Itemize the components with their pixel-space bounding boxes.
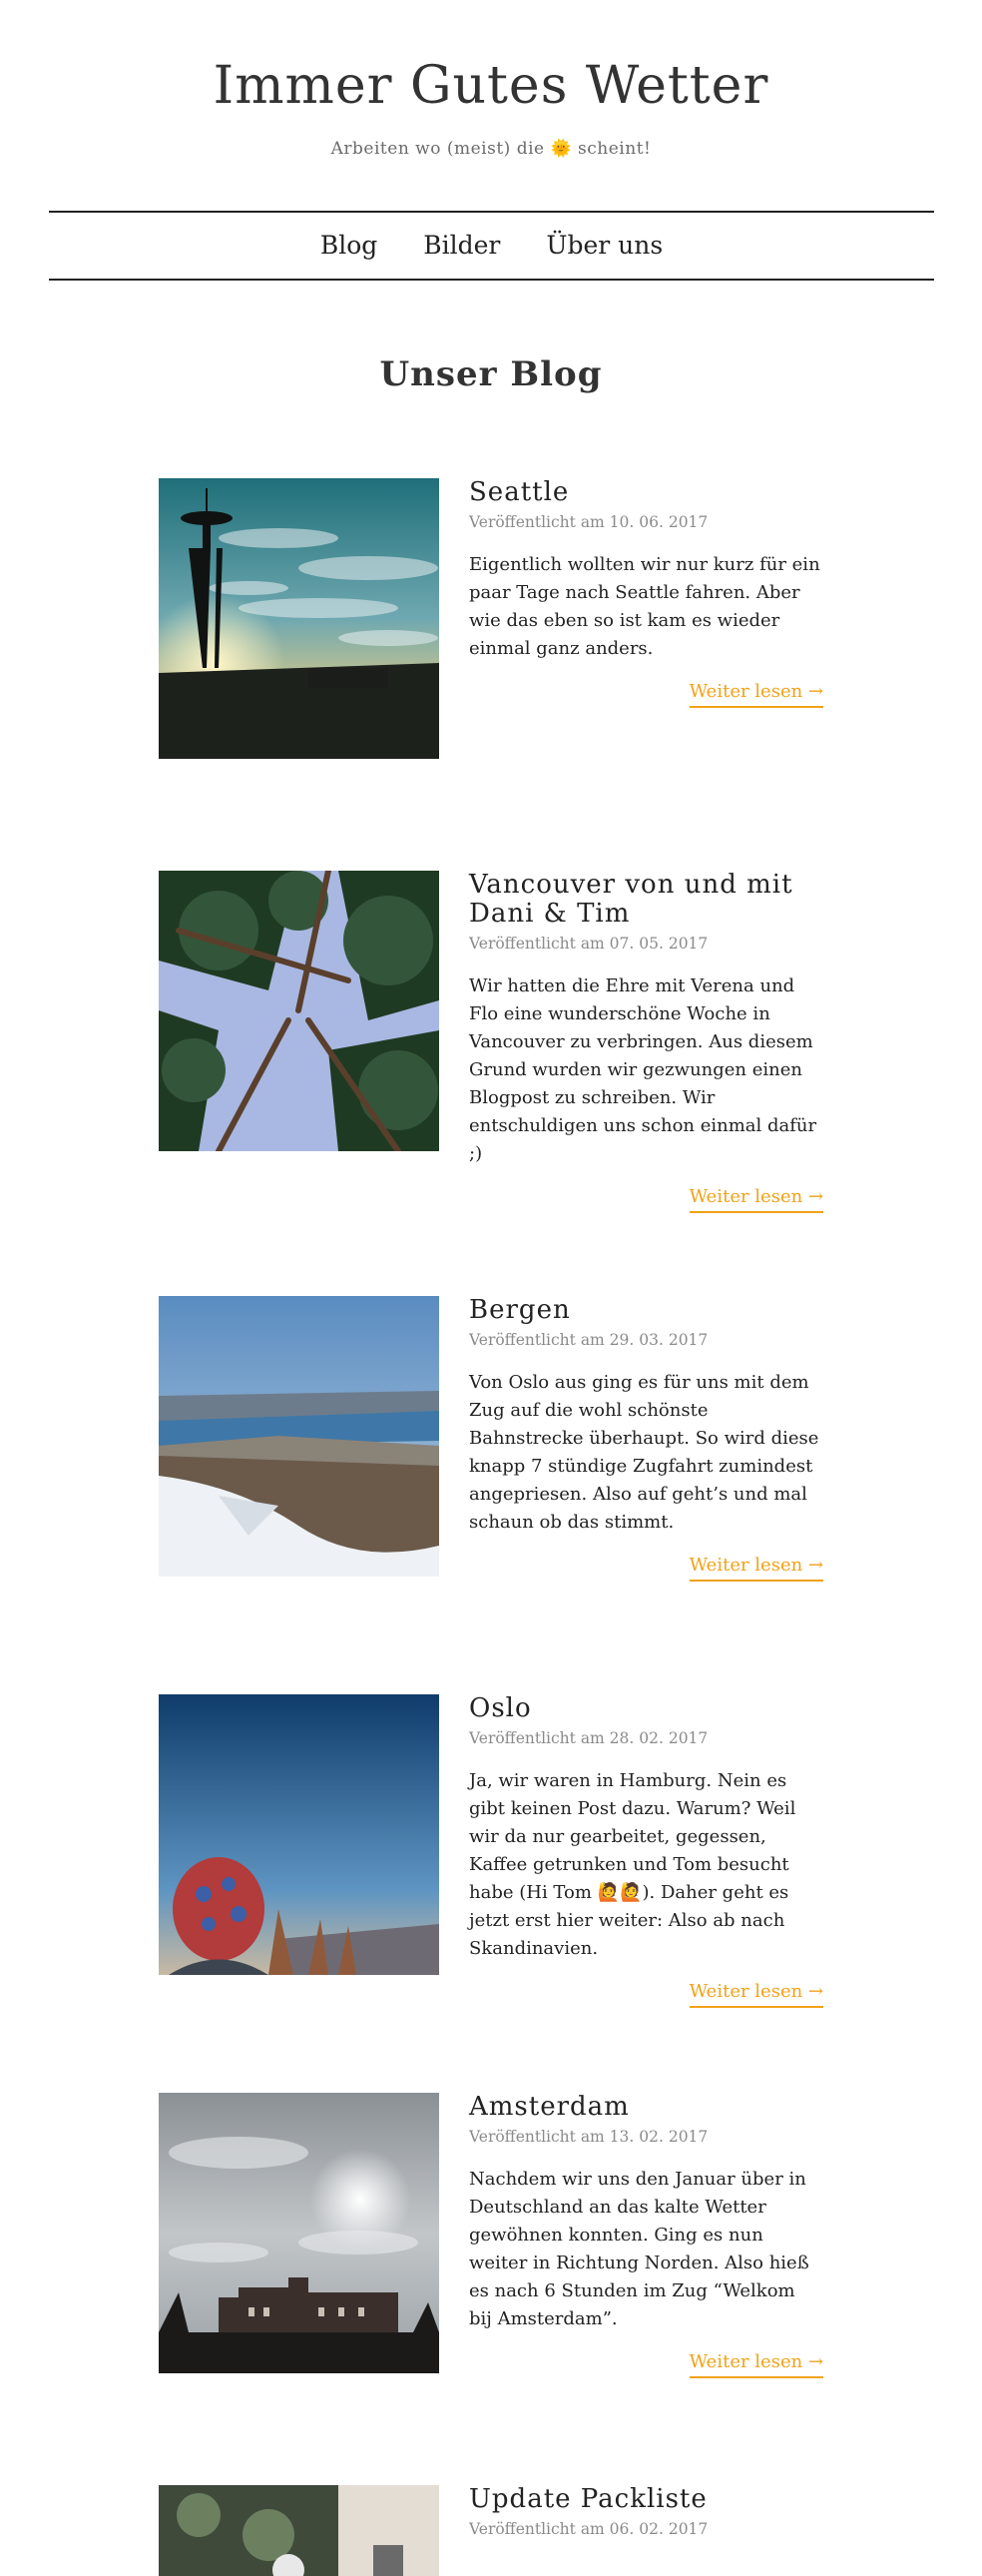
site-tagline: Arbeiten wo (meist) die 🌞 scheint! (330, 139, 652, 159)
post-thumbnail[interactable] (159, 2485, 439, 2576)
section-title: Unser Blog (379, 354, 603, 394)
blog-post-update-packliste: Update Packliste Veröffentlicht am 06. 0… (159, 2484, 823, 2576)
post-date: Veröffentlicht am 10. 06. 2017 (469, 513, 709, 532)
post-thumbnail[interactable] (159, 478, 439, 759)
nav-divider-bottom (49, 279, 934, 281)
post-thumbnail[interactable] (159, 1296, 439, 1577)
post-date: Veröffentlicht am 06. 02. 2017 (469, 2520, 709, 2539)
nav-item-ueber-uns[interactable]: Über uns (546, 231, 663, 260)
blog-post-seattle: Seattle Veröffentlicht am 10. 06. 2017 E… (159, 477, 823, 759)
blog-post-bergen: Bergen Veröffentlicht am 29. 03. 2017 Vo… (159, 1295, 823, 1583)
post-excerpt: Nachdem wir uns den Januar über in Deuts… (469, 2169, 809, 2330)
read-more-link[interactable]: Weiter lesen → (689, 1555, 823, 1583)
blog-post-amsterdam: Amsterdam Veröffentlicht am 13. 02. 2017… (159, 2092, 823, 2379)
read-more-link[interactable]: Weiter lesen → (689, 1186, 823, 1214)
nav-item-blog[interactable]: Blog (320, 231, 377, 260)
space-needle-sunset-photo (159, 478, 439, 759)
read-more-link[interactable]: Weiter lesen → (689, 681, 823, 709)
forest-canopy-photo (159, 871, 439, 1151)
post-excerpt: Von Oslo aus ging es für uns mit dem Zug… (469, 1372, 819, 1534)
amsterdam-cloudy-sky-photo (159, 2093, 439, 2373)
blog-post-oslo: Oslo Veröffentlicht am 28. 02. 2017 Ja, … (159, 1693, 823, 2009)
post-title[interactable]: Oslo (469, 1693, 823, 1723)
post-excerpt: Eigentlich wollten wir nur kurz für ein … (469, 554, 820, 660)
post-excerpt: Wir hatten die Ehre mit Verena und Flo e… (469, 975, 817, 1165)
bergen-fjord-snow-photo (159, 1296, 439, 1577)
post-excerpt: Ja, wir waren in Hamburg. Nein es gibt k… (469, 1770, 796, 1960)
main-nav: Blog Bilder Über uns (49, 212, 934, 279)
post-title[interactable]: Bergen (469, 1295, 823, 1325)
site-title[interactable]: Immer Gutes Wetter (0, 57, 982, 115)
post-date: Veröffentlicht am 28. 02. 2017 (469, 1729, 709, 1748)
blog-post-vancouver: Vancouver von und mit Dani & Tim Veröffe… (159, 870, 823, 1214)
post-title[interactable]: Amsterdam (469, 2092, 823, 2122)
post-thumbnail[interactable] (159, 2093, 439, 2373)
packing-gear-photo (159, 2485, 439, 2576)
post-date: Veröffentlicht am 13. 02. 2017 (469, 2128, 709, 2147)
post-date: Veröffentlicht am 29. 03. 2017 (469, 1331, 709, 1350)
post-title[interactable]: Vancouver von und mit Dani & Tim (469, 870, 823, 929)
post-date: Veröffentlicht am 07. 05. 2017 (469, 935, 709, 954)
nav-item-bilder[interactable]: Bilder (423, 231, 500, 260)
post-title[interactable]: Seattle (469, 477, 823, 507)
post-thumbnail[interactable] (159, 871, 439, 1151)
post-thumbnail[interactable] (159, 1694, 439, 1975)
read-more-link[interactable]: Weiter lesen → (689, 1981, 823, 2009)
oslo-beanie-skyline-photo (159, 1694, 439, 1975)
read-more-link[interactable]: Weiter lesen → (689, 2351, 823, 2379)
post-title[interactable]: Update Packliste (469, 2484, 823, 2514)
